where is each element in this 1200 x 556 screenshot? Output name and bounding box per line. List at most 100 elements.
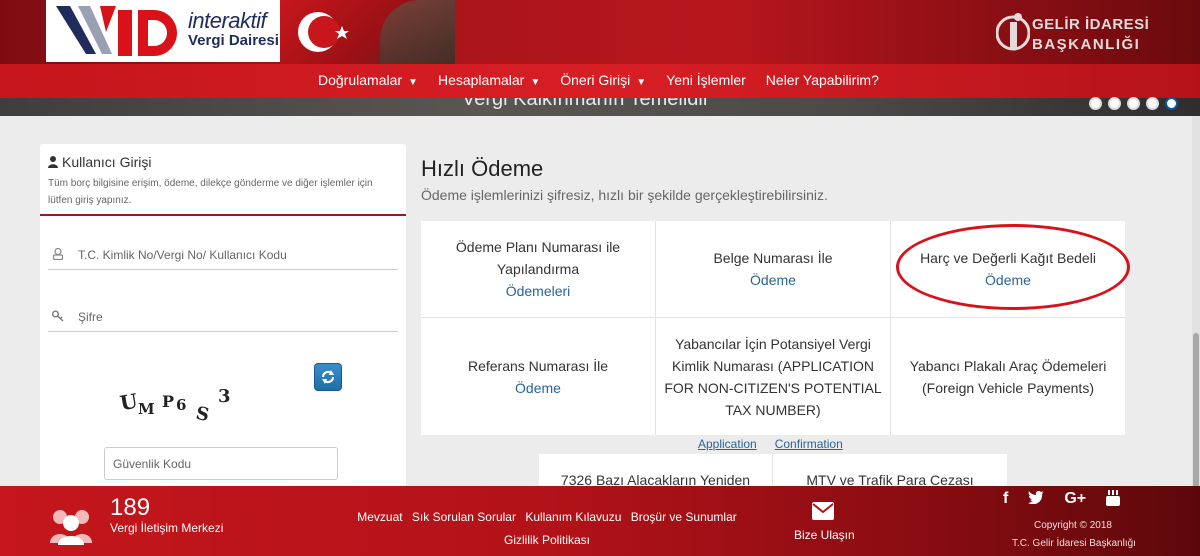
logo-line1: interaktif xyxy=(188,8,267,33)
foreigner-links: Application Confirmation xyxy=(698,437,861,451)
login-title: Kullanıcı Girişi xyxy=(48,154,151,170)
user-outline-icon xyxy=(52,248,64,260)
captcha-char: 3 xyxy=(218,386,231,407)
password-input[interactable] xyxy=(76,306,386,328)
gib-logo[interactable]: GELİR İDARESİ BAŞKANLIĞI xyxy=(995,8,1156,58)
captcha-refresh-button[interactable] xyxy=(314,363,342,391)
option-text: Yabancılar İçin Potansiyel Vergi Kimlik … xyxy=(664,335,882,418)
captcha-char: 6 xyxy=(176,396,187,414)
confirmation-link[interactable]: Confirmation xyxy=(775,437,843,451)
key-icon xyxy=(52,310,64,322)
footer-link-privacy[interactable]: Gizlilik Politikası xyxy=(504,533,590,547)
google-plus-icon[interactable]: G+ xyxy=(1064,490,1086,511)
divider xyxy=(40,214,406,216)
nav-item-neler-yapabilirim[interactable]: Neler Yapabilirim? xyxy=(756,64,889,98)
captcha-image: U M P 6 S 3 xyxy=(114,384,274,434)
option-text: Ödeme Planı Numarası ile Yapılandırma xyxy=(455,239,621,277)
hero-slider: Vergi Kalkınmanın Temelidir xyxy=(0,98,1200,116)
contact-us-link[interactable]: Bize Ulaşın xyxy=(794,528,855,542)
foreigner-tax-number-option[interactable]: Yabancılar İçin Potansiyel Vergi Kimlik … xyxy=(656,318,891,435)
quick-payment-grid-row3: 7326 Bazı Alacakların Yeniden MTV ve Tra… xyxy=(539,454,1007,486)
envelope-icon[interactable] xyxy=(812,502,834,520)
gib-line2: BAŞKANLIĞI xyxy=(1032,36,1141,53)
organization-name: T.C. Gelir İdaresi Başkanlığı xyxy=(1012,538,1136,549)
username-input[interactable] xyxy=(76,244,386,266)
caret-down-icon: ▼ xyxy=(636,77,647,88)
facebook-icon[interactable]: f xyxy=(1003,490,1008,511)
application-link[interactable]: Application xyxy=(698,437,757,451)
caret-down-icon: ▼ xyxy=(408,77,418,88)
slider-dot-active[interactable] xyxy=(1165,97,1178,110)
footer: 189 Vergi İletişim Merkezi Mevzuat Sık S… xyxy=(0,486,1200,556)
contact-number[interactable]: 189 xyxy=(110,494,150,522)
nav-label: Doğrulamalar xyxy=(318,72,403,88)
slider-dot[interactable] xyxy=(1089,97,1102,110)
twitter-icon[interactable] xyxy=(1028,490,1045,511)
option-link[interactable]: Ödeme xyxy=(515,377,561,399)
login-description: Tüm borç bilgisine erişim, ödeme, dilekç… xyxy=(48,178,373,206)
payment-plan-option[interactable]: Ödeme Planı Numarası ile Yapılandırma Öd… xyxy=(421,221,656,318)
captcha-char: S xyxy=(193,402,212,427)
nav-label: Öneri Girişi xyxy=(560,72,631,88)
captcha-input[interactable] xyxy=(104,447,338,480)
login-panel: Kullanıcı Girişi Tüm borç bilgisine eriş… xyxy=(40,144,406,494)
flag-banner xyxy=(280,0,455,64)
mtv-traffic-fine-option[interactable]: MTV ve Trafik Para Cezası xyxy=(773,454,1007,486)
quick-payment-title: Hızlı Ödeme xyxy=(421,156,544,181)
youtube-glyph xyxy=(1106,490,1121,506)
caret-down-icon: ▼ xyxy=(530,77,541,88)
captcha-char: M xyxy=(138,400,155,418)
option-text: Yabancı Plakalı Araç Ödemeleri (Foreign … xyxy=(909,357,1107,396)
gib-emblem-icon xyxy=(995,13,1031,51)
quick-payment-subtitle: Ödeme işlemlerinizi şifresiz, hızlı bir … xyxy=(421,187,828,203)
document-number-option[interactable]: Belge Numarası İle Ödeme xyxy=(656,221,891,318)
footer-link-mevzuat[interactable]: Mevzuat xyxy=(357,510,402,524)
password-field xyxy=(48,304,398,332)
logo-line2: Vergi Dairesi xyxy=(188,32,279,49)
nav-label: Hesaplamalar xyxy=(437,72,525,88)
quick-payment-grid: Ödeme Planı Numarası ile Yapılandırma Öd… xyxy=(421,221,1125,435)
social-links: f G+ xyxy=(1003,490,1121,511)
scrollbar[interactable] xyxy=(1192,116,1200,515)
footer-links: Mevzuat Sık Sorulan Sorular Kullanım Kıl… xyxy=(352,506,742,552)
option-text: Belge Numarası İle xyxy=(713,250,833,266)
option-link[interactable]: Ödeme xyxy=(985,269,1031,291)
option-link[interactable]: Ödemeleri xyxy=(506,280,571,302)
ivd-logo-mark xyxy=(56,6,177,56)
option-text: Harç ve Değerli Kağıt Bedeli xyxy=(920,250,1096,266)
foreign-vehicle-option[interactable]: Yabancı Plakalı Araç Ödemeleri (Foreign … xyxy=(891,318,1125,435)
restructuring-option[interactable]: 7326 Bazı Alacakların Yeniden xyxy=(539,454,773,486)
slider-dot[interactable] xyxy=(1146,97,1159,110)
option-text: Referans Numarası İle xyxy=(467,357,609,374)
username-field xyxy=(48,242,398,270)
slider-dot[interactable] xyxy=(1108,97,1121,110)
nav-label: Neler Yapabilirim? xyxy=(765,72,879,88)
banner-portrait xyxy=(380,0,455,64)
fee-and-valuable-paper-option[interactable]: Harç ve Değerli Kağıt Bedeli Ödeme xyxy=(891,221,1125,318)
reference-number-option[interactable]: Referans Numarası İle Ödeme xyxy=(421,318,656,435)
crescent-star-icon xyxy=(298,12,349,52)
login-title-text: Kullanıcı Girişi xyxy=(62,154,152,170)
slider-dots xyxy=(1089,97,1178,110)
captcha-char: P xyxy=(162,392,175,411)
footer-link-guide[interactable]: Kullanım Kılavuzu xyxy=(525,510,621,524)
slider-caption: Vergi Kalkınmanın Temelidir xyxy=(462,98,710,110)
main-nav: Doğrulamalar ▼ Hesaplamalar ▼ Öneri Girişi… xyxy=(0,64,1200,98)
call-center-icon xyxy=(50,510,92,545)
nav-item-dogrulamalar[interactable]: Doğrulamalar ▼ xyxy=(318,64,428,98)
nav-item-yeni-islemler[interactable]: Yeni İşlemler xyxy=(656,64,756,98)
nav-item-oneri-girisi[interactable]: Öneri Girişi ▼ xyxy=(550,64,656,98)
footer-link-brochures[interactable]: Broşür ve Sunumlar xyxy=(631,510,737,524)
option-link[interactable]: Ödeme xyxy=(750,269,796,291)
ivd-logo[interactable]: interaktif Vergi Dairesi xyxy=(46,0,280,62)
youtube-icon[interactable] xyxy=(1106,490,1121,511)
captcha-char: U xyxy=(118,388,140,416)
nav-item-hesaplamalar[interactable]: Hesaplamalar ▼ xyxy=(428,64,550,98)
slider-dot[interactable] xyxy=(1127,97,1140,110)
refresh-icon xyxy=(321,370,335,384)
top-header: interaktif Vergi Dairesi GELİR İDARESİ B… xyxy=(0,0,1200,64)
contact-label: Vergi İletişim Merkezi xyxy=(110,521,224,535)
footer-link-faq[interactable]: Sık Sorulan Sorular xyxy=(412,510,516,524)
user-icon xyxy=(48,156,58,168)
twitter-bird-glyph xyxy=(1028,491,1045,505)
